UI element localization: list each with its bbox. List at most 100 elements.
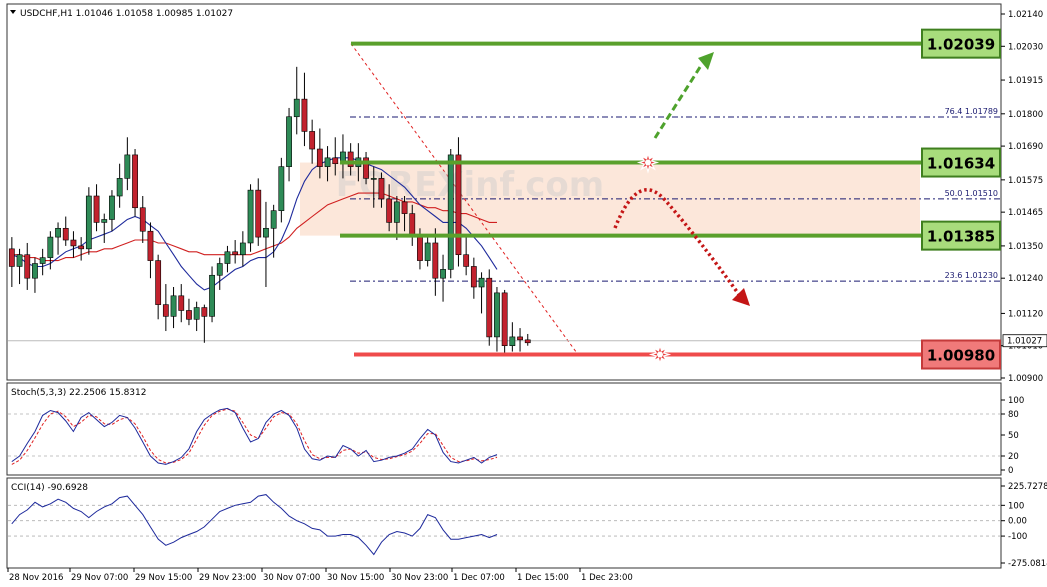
candle-body: [232, 251, 239, 256]
cci-tick-label: -275.0814: [1008, 559, 1047, 569]
time-tick-label: 1 Dec 15:00: [517, 573, 569, 583]
candle-body: [463, 254, 470, 267]
candle-body: [278, 166, 285, 211]
time-tick-label: 1 Dec 23:00: [581, 573, 633, 583]
stochastic-tick-label: 80: [1008, 410, 1019, 420]
price-tick-label: 1.01800: [1008, 110, 1043, 120]
price-tick-label: 1.01350: [1008, 242, 1043, 252]
stochastic-tick-label: 100: [1008, 396, 1024, 406]
candle-body: [124, 154, 131, 179]
price-tick-label: 1.00900: [1008, 374, 1043, 384]
stochastic-tick-label: 50: [1008, 431, 1019, 441]
candle-body: [401, 201, 408, 214]
time-tick-label: 29 Nov 23:00: [199, 573, 256, 583]
candle-body: [101, 219, 108, 223]
candle-body: [417, 236, 423, 261]
time-tick-label: 30 Nov 07:00: [263, 573, 320, 583]
candle-body: [301, 98, 308, 132]
candle-body: [24, 254, 31, 279]
price-tick-label: 1.01120: [1008, 309, 1043, 319]
price-tick-label: 1.01240: [1008, 274, 1043, 284]
cci-panel: [6, 477, 1002, 569]
fib-label: 76.4 1.01789: [945, 107, 998, 116]
time-tick-label: 29 Nov 15:00: [135, 573, 192, 583]
watermark-layer: FOREXinf.com: [336, 165, 604, 205]
breakout-star-icon-core: [645, 159, 651, 166]
candle-body: [8, 248, 15, 267]
candle-body: [424, 242, 431, 261]
candle-body: [370, 178, 377, 180]
candle-body: [386, 198, 393, 223]
stochastic-title: Stoch(5,3,3) 22.2506 15.8312: [11, 388, 146, 398]
time-tick-label: 1 Dec 07:00: [453, 573, 505, 583]
cci-title: CCI(14) -90.6928: [11, 483, 88, 493]
cci-tick-label: -100: [1008, 532, 1027, 542]
candle-body: [501, 292, 508, 347]
candle-body: [162, 304, 169, 317]
symbol-header: USDCHF,H1 1.01046 1.01058 1.00985 1.0102…: [20, 9, 233, 19]
candle-body: [309, 131, 316, 150]
candle-body: [494, 292, 500, 338]
candle-body: [116, 178, 123, 197]
candle-body: [70, 239, 77, 247]
candle-body: [55, 227, 61, 238]
candle-body: [78, 245, 85, 250]
candle-body: [517, 336, 523, 341]
candle-body: [216, 263, 223, 276]
price-tick-label: 1.02030: [1008, 42, 1043, 52]
trading-chart: 76.4 1.01789 50.0 1.01510 23.6 1.01230 FOR…: [0, 0, 1047, 587]
level-label: 1.01634: [927, 155, 995, 173]
candle-body: [32, 263, 38, 279]
current-price-label: 1.01027: [1007, 337, 1042, 347]
candle-body: [16, 254, 23, 267]
candle-body: [409, 213, 416, 238]
candle-body: [486, 277, 493, 338]
candle-body: [286, 116, 292, 167]
candle-body: [170, 295, 177, 317]
candle-body: [132, 154, 138, 209]
candle-body: [432, 242, 439, 279]
candle-body: [239, 242, 246, 256]
candle-body: [85, 195, 92, 250]
fib-label: 23.6 1.01230: [945, 271, 998, 280]
price-tick-label: 1.01915: [1008, 76, 1043, 86]
candle-body: [470, 266, 477, 288]
candle-body: [316, 148, 323, 167]
price-tick-label: 1.02140: [1008, 10, 1043, 20]
fib-label: 50.0 1.01510: [945, 189, 998, 198]
candle-body: [324, 157, 331, 167]
candle-body: [247, 189, 254, 244]
candle-body: [270, 210, 277, 229]
time-tick-label: 30 Nov 15:00: [327, 573, 384, 583]
candle-body: [447, 154, 454, 270]
candle-body: [178, 295, 185, 311]
candle-body: [209, 274, 215, 317]
cci-tick-label: 100: [1008, 501, 1024, 511]
candle-body: [255, 189, 262, 238]
candle-body: [147, 230, 154, 261]
time-tick-label: 29 Nov 07:00: [71, 573, 128, 583]
level-label: 1.02039: [927, 36, 995, 54]
price-tick-label: 1.01690: [1008, 142, 1043, 152]
candle-body: [263, 227, 269, 238]
price-tick-label: 1.01575: [1008, 176, 1043, 186]
candle-body: [139, 207, 146, 232]
time-tick-label: 28 Nov 2016: [9, 573, 63, 583]
candle-body: [440, 269, 446, 279]
candle-body: [201, 307, 208, 317]
target-star-icon-core: [657, 351, 663, 358]
candle-body: [93, 195, 100, 223]
watermark: FOREXinf.com: [336, 165, 604, 205]
candle-body: [455, 154, 462, 256]
level-label: 1.01385: [927, 228, 995, 246]
candle-body: [393, 201, 400, 223]
candle-body: [62, 227, 69, 241]
candle-body: [378, 178, 385, 200]
price-tick-label: 1.01465: [1008, 208, 1043, 218]
time-tick-label: 30 Nov 23:00: [391, 573, 448, 583]
stochastic-tick-label: 20: [1008, 452, 1019, 462]
cci-tick-label: 225.7278: [1008, 482, 1047, 492]
candle-body: [332, 157, 339, 165]
level-label: 1.00980: [927, 347, 995, 365]
cci-tick-label: 0.00: [1008, 517, 1027, 527]
